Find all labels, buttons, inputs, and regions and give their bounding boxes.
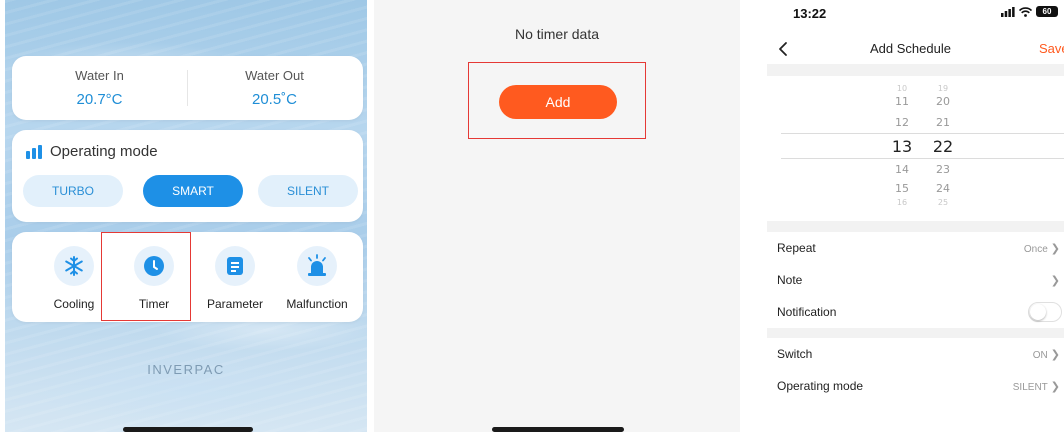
switch-label: Switch — [777, 347, 813, 361]
water-temperature-card: Water In 20.7°C Water Out 20.5˚C — [12, 56, 363, 120]
parameter-label: Parameter — [206, 297, 264, 311]
notification-toggle[interactable] — [1028, 302, 1062, 322]
water-out-value: 20.5˚C — [251, 91, 298, 108]
hour-option[interactable]: 12 — [882, 116, 922, 129]
chevron-right-icon: ❯ — [1050, 275, 1060, 287]
snowflake-icon — [65, 256, 83, 276]
hour-option[interactable]: 15 — [882, 182, 922, 195]
repeat-value-text: Once — [1023, 244, 1048, 255]
notification-row: Notification — [767, 296, 1064, 328]
water-in-value: 20.7°C — [76, 91, 123, 108]
hour-option[interactable]: 16 — [882, 198, 922, 207]
switch-value-text: ON — [1032, 350, 1048, 361]
chevron-right-icon: ❯ — [1050, 243, 1060, 255]
cellular-signal-icon — [1001, 6, 1015, 17]
minute-selected[interactable]: 22 — [923, 137, 963, 156]
operating-mode-label: Operating mode — [777, 379, 864, 393]
battery-icon: 60 — [1036, 6, 1058, 17]
timer-highlight-box — [101, 232, 191, 321]
water-in-label: Water In — [75, 68, 124, 83]
note-row[interactable]: Note ❯ — [767, 264, 1064, 296]
toggle-knob — [1030, 304, 1046, 320]
malfunction-icon-circle — [297, 246, 337, 286]
note-label: Note — [777, 273, 803, 287]
repeat-value: Once ❯ — [1024, 242, 1060, 255]
parameter-icon-circle — [215, 246, 255, 286]
malfunction-button[interactable]: Malfunction — [277, 246, 357, 311]
operating-mode-value: SILENT ❯ — [1013, 380, 1060, 393]
bottom-area — [767, 402, 1064, 432]
water-out-section: Water Out 20.5˚C — [187, 68, 362, 108]
status-icons: 60 — [1001, 6, 1058, 17]
page-title: Add Schedule — [870, 41, 951, 56]
minute-option[interactable]: 19 — [923, 84, 963, 93]
mode-smart-button[interactable]: SMART — [143, 175, 243, 207]
operating-mode-row[interactable]: Operating mode SILENT ❯ — [767, 370, 1064, 402]
hour-option[interactable]: 11 — [882, 95, 922, 108]
minute-option[interactable]: 24 — [923, 182, 963, 195]
minute-option[interactable]: 21 — [923, 116, 963, 129]
empty-state-text: No timer data — [514, 26, 600, 42]
picker-selection-line — [781, 158, 1064, 159]
status-bar: 13:22 60 — [767, 0, 1064, 34]
switch-value: ON ❯ — [1033, 348, 1060, 361]
time-picker[interactable]: 10 11 12 13 14 15 16 19 20 21 22 23 24 2… — [767, 76, 1064, 221]
status-time: 13:22 — [793, 6, 827, 21]
wifi-icon — [1019, 6, 1032, 17]
mode-turbo-button[interactable]: TURBO — [23, 175, 123, 207]
chevron-right-icon: ❯ — [1050, 349, 1060, 361]
operating-mode-value-text: SILENT — [1012, 382, 1048, 393]
notification-label: Notification — [777, 305, 837, 319]
hour-option[interactable]: 10 — [882, 84, 922, 93]
timer-panel: No timer data Add — [374, 0, 740, 432]
note-value: ❯ — [1048, 274, 1060, 287]
home-panel: Water In 20.7°C Water Out 20.5˚C Operati… — [5, 0, 367, 432]
hour-selected[interactable]: 13 — [882, 137, 922, 156]
home-indicator — [123, 427, 253, 432]
minute-option[interactable]: 23 — [923, 163, 963, 176]
malfunction-label: Malfunction — [286, 297, 348, 311]
add-schedule-panel: 13:22 60 Add Schedule Save 10 11 — [767, 0, 1064, 432]
minute-option[interactable]: 25 — [923, 198, 963, 207]
repeat-label: Repeat — [777, 241, 816, 255]
switch-row[interactable]: Switch ON ❯ — [767, 338, 1064, 370]
home-indicator — [492, 427, 624, 432]
operating-mode-card: Operating mode TURBO SMART SILENT — [12, 130, 363, 222]
navigation-bar: Add Schedule Save — [767, 34, 1064, 64]
minute-option[interactable]: 20 — [923, 95, 963, 108]
document-icon — [227, 257, 243, 275]
cooling-icon-circle — [54, 246, 94, 286]
signal-bars-icon — [26, 145, 42, 159]
brand-logo: INVERPAC — [147, 362, 225, 377]
save-button[interactable]: Save — [1039, 41, 1064, 56]
mode-silent-button[interactable]: SILENT — [258, 175, 358, 207]
hour-option[interactable]: 14 — [882, 163, 922, 176]
parameter-button[interactable]: Parameter — [195, 246, 275, 311]
water-in-section: Water In 20.7°C — [12, 68, 187, 108]
alarm-light-icon — [308, 254, 326, 276]
chevron-right-icon: ❯ — [1050, 381, 1060, 393]
add-button[interactable]: Add — [499, 85, 617, 119]
water-out-label: Water Out — [245, 68, 304, 83]
operating-mode-title: Operating mode — [50, 143, 158, 160]
repeat-row[interactable]: Repeat Once ❯ — [767, 232, 1064, 264]
picker-selection-line — [781, 133, 1064, 134]
